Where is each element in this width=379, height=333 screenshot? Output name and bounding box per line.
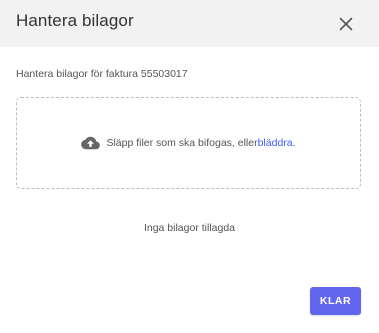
done-button[interactable]: KLAR (310, 287, 361, 315)
cloud-upload-icon (81, 136, 101, 150)
close-button[interactable] (336, 14, 356, 34)
close-icon (339, 17, 353, 31)
invoice-subtitle: Hantera bilagor för faktura 55503017 (16, 68, 188, 80)
dialog-title: Hantera bilagor (16, 11, 134, 30)
manage-attachments-dialog: Hantera bilagor Hantera bilagor för fakt… (0, 0, 379, 333)
no-attachments-label: Inga bilagor tillagda (143, 222, 236, 234)
dialog-header: Hantera bilagor (0, 0, 379, 47)
browse-link[interactable]: bläddra (258, 137, 293, 149)
dropzone-text: Släpp filer som ska bifogas, eller (106, 137, 258, 149)
dropzone-content: Släpp filer som ska bifogas, eller blädd… (81, 136, 296, 150)
dropzone-text-end: . (292, 137, 296, 149)
file-dropzone[interactable]: Släpp filer som ska bifogas, eller blädd… (16, 97, 361, 189)
